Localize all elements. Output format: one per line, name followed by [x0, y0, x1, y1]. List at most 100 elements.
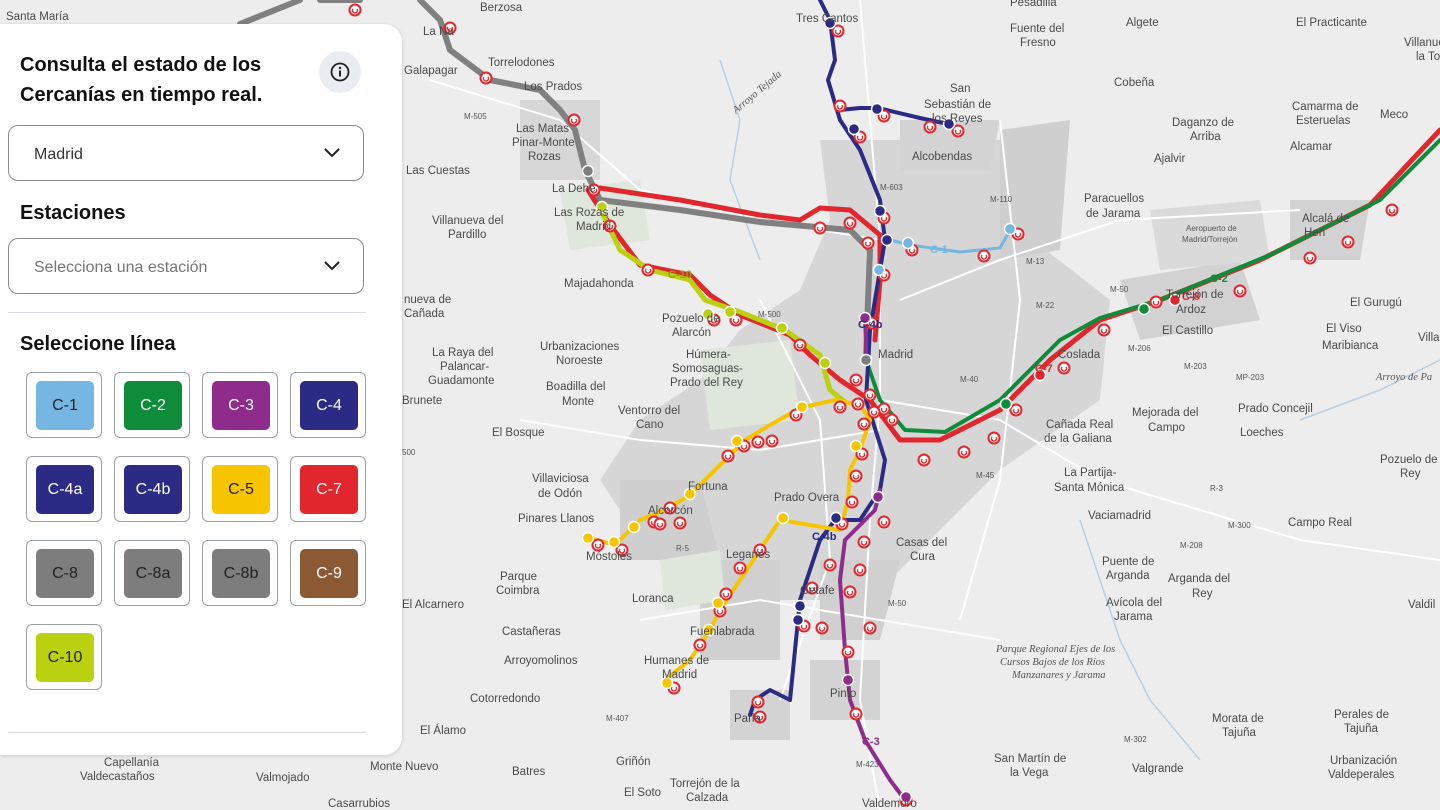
- line-chip-c-8[interactable]: C-8: [26, 540, 102, 606]
- line-chip-c-3[interactable]: C-3: [202, 372, 278, 438]
- station-marker[interactable]: [863, 621, 877, 635]
- line-node[interactable]: [829, 511, 843, 525]
- line-chip-c-5[interactable]: C-5: [202, 456, 278, 522]
- station-marker[interactable]: [917, 453, 931, 467]
- line-chip-c-4b[interactable]: C-4b: [114, 456, 190, 522]
- station-marker[interactable]: [751, 695, 765, 709]
- station-marker[interactable]: [721, 449, 735, 463]
- line-chip-label: C-10: [36, 633, 94, 682]
- station-marker[interactable]: [1149, 295, 1163, 309]
- line-chip-c-8a[interactable]: C-8a: [114, 540, 190, 606]
- station-marker[interactable]: [793, 338, 807, 352]
- station-marker[interactable]: [833, 99, 847, 113]
- svg-text:Tres Cantos: Tres Cantos: [796, 13, 858, 25]
- station-marker[interactable]: [823, 558, 837, 572]
- station-marker[interactable]: [841, 645, 855, 659]
- line-node[interactable]: [849, 439, 863, 453]
- line-node[interactable]: [793, 599, 807, 613]
- line-node[interactable]: [901, 236, 915, 250]
- line-node[interactable]: [873, 204, 887, 218]
- station-marker[interactable]: [867, 405, 881, 419]
- station-marker[interactable]: [845, 495, 859, 509]
- line-chip-c-4a[interactable]: C-4a: [26, 456, 102, 522]
- station-marker[interactable]: [1303, 251, 1317, 265]
- station-marker[interactable]: [765, 434, 779, 448]
- station-marker[interactable]: [833, 400, 847, 414]
- line-node[interactable]: [627, 520, 641, 534]
- line-node[interactable]: [723, 305, 737, 319]
- line-chip-c-10[interactable]: C-10: [26, 624, 102, 690]
- line-node[interactable]: [880, 233, 894, 247]
- station-marker[interactable]: [693, 638, 707, 652]
- station-marker[interactable]: [849, 469, 863, 483]
- line-node[interactable]: [870, 102, 884, 116]
- station-marker[interactable]: [815, 621, 829, 635]
- station-marker[interactable]: [885, 413, 899, 427]
- station-marker[interactable]: [853, 563, 867, 577]
- station-marker[interactable]: [1057, 361, 1071, 375]
- station-marker[interactable]: [751, 435, 765, 449]
- station-marker[interactable]: [1233, 284, 1247, 298]
- station-marker[interactable]: [813, 221, 827, 235]
- station-marker[interactable]: [877, 515, 891, 529]
- region-select[interactable]: Madrid: [8, 125, 364, 181]
- station-marker[interactable]: [957, 445, 971, 459]
- line-node[interactable]: [711, 596, 725, 610]
- station-marker[interactable]: [857, 535, 871, 549]
- line-node[interactable]: [999, 397, 1013, 411]
- line-node[interactable]: [795, 400, 809, 414]
- station-marker[interactable]: [851, 397, 865, 411]
- station-marker[interactable]: [849, 707, 863, 721]
- station-marker[interactable]: [719, 587, 733, 601]
- station-marker[interactable]: [348, 3, 362, 17]
- line-chip-label: C-8a: [124, 549, 182, 598]
- line-node[interactable]: [871, 490, 885, 504]
- station-marker[interactable]: [843, 585, 857, 599]
- station-marker[interactable]: [653, 517, 667, 531]
- station-marker[interactable]: [673, 516, 687, 530]
- line-chip-c-1[interactable]: C-1: [26, 372, 102, 438]
- line-node[interactable]: [872, 263, 886, 277]
- line-node[interactable]: [841, 673, 855, 687]
- station-marker[interactable]: [1009, 403, 1023, 417]
- line-node[interactable]: [859, 353, 873, 367]
- station-select[interactable]: Selecciona una estación: [8, 238, 364, 294]
- info-button[interactable]: [319, 51, 361, 93]
- station-marker[interactable]: [861, 236, 875, 250]
- line-node[interactable]: [775, 321, 789, 335]
- line-node[interactable]: [581, 531, 595, 545]
- line-chip-c-7[interactable]: C-7: [290, 456, 366, 522]
- line-node[interactable]: [1003, 222, 1017, 236]
- svg-text:Manzanares y Jarama: Manzanares y Jarama: [1011, 670, 1106, 681]
- line-chip-c-8b[interactable]: C-8b: [202, 540, 278, 606]
- line-chip-label: C-5: [212, 465, 270, 514]
- station-marker[interactable]: [843, 216, 857, 230]
- lines-section-label: Seleccione línea: [20, 333, 176, 355]
- station-marker[interactable]: [567, 113, 581, 127]
- station-marker[interactable]: [1385, 203, 1399, 217]
- station-marker[interactable]: [849, 373, 863, 387]
- station-marker[interactable]: [1097, 323, 1111, 337]
- station-marker[interactable]: [863, 388, 877, 402]
- line-node[interactable]: [730, 434, 744, 448]
- station-marker[interactable]: [977, 249, 991, 263]
- line-node[interactable]: [581, 164, 595, 178]
- station-marker[interactable]: [479, 71, 493, 85]
- station-marker[interactable]: [1341, 235, 1355, 249]
- line-chip-c-9[interactable]: C-9: [290, 540, 366, 606]
- line-chip-c-4[interactable]: C-4: [290, 372, 366, 438]
- line-node[interactable]: [847, 122, 861, 136]
- line-node[interactable]: [818, 356, 832, 370]
- svg-text:Morata de: Morata de: [1212, 713, 1264, 725]
- station-marker[interactable]: [733, 561, 747, 575]
- station-marker[interactable]: [641, 263, 655, 277]
- line-node[interactable]: [791, 613, 805, 627]
- station-marker[interactable]: [591, 538, 605, 552]
- svg-text:Torrejón de: Torrejón de: [1166, 289, 1224, 301]
- line-chip-c-2[interactable]: C-2: [114, 372, 190, 438]
- station-marker[interactable]: [987, 431, 1001, 445]
- line-node[interactable]: [607, 535, 621, 549]
- line-node[interactable]: [1137, 302, 1151, 316]
- station-marker[interactable]: [857, 417, 871, 431]
- line-node[interactable]: [776, 511, 790, 525]
